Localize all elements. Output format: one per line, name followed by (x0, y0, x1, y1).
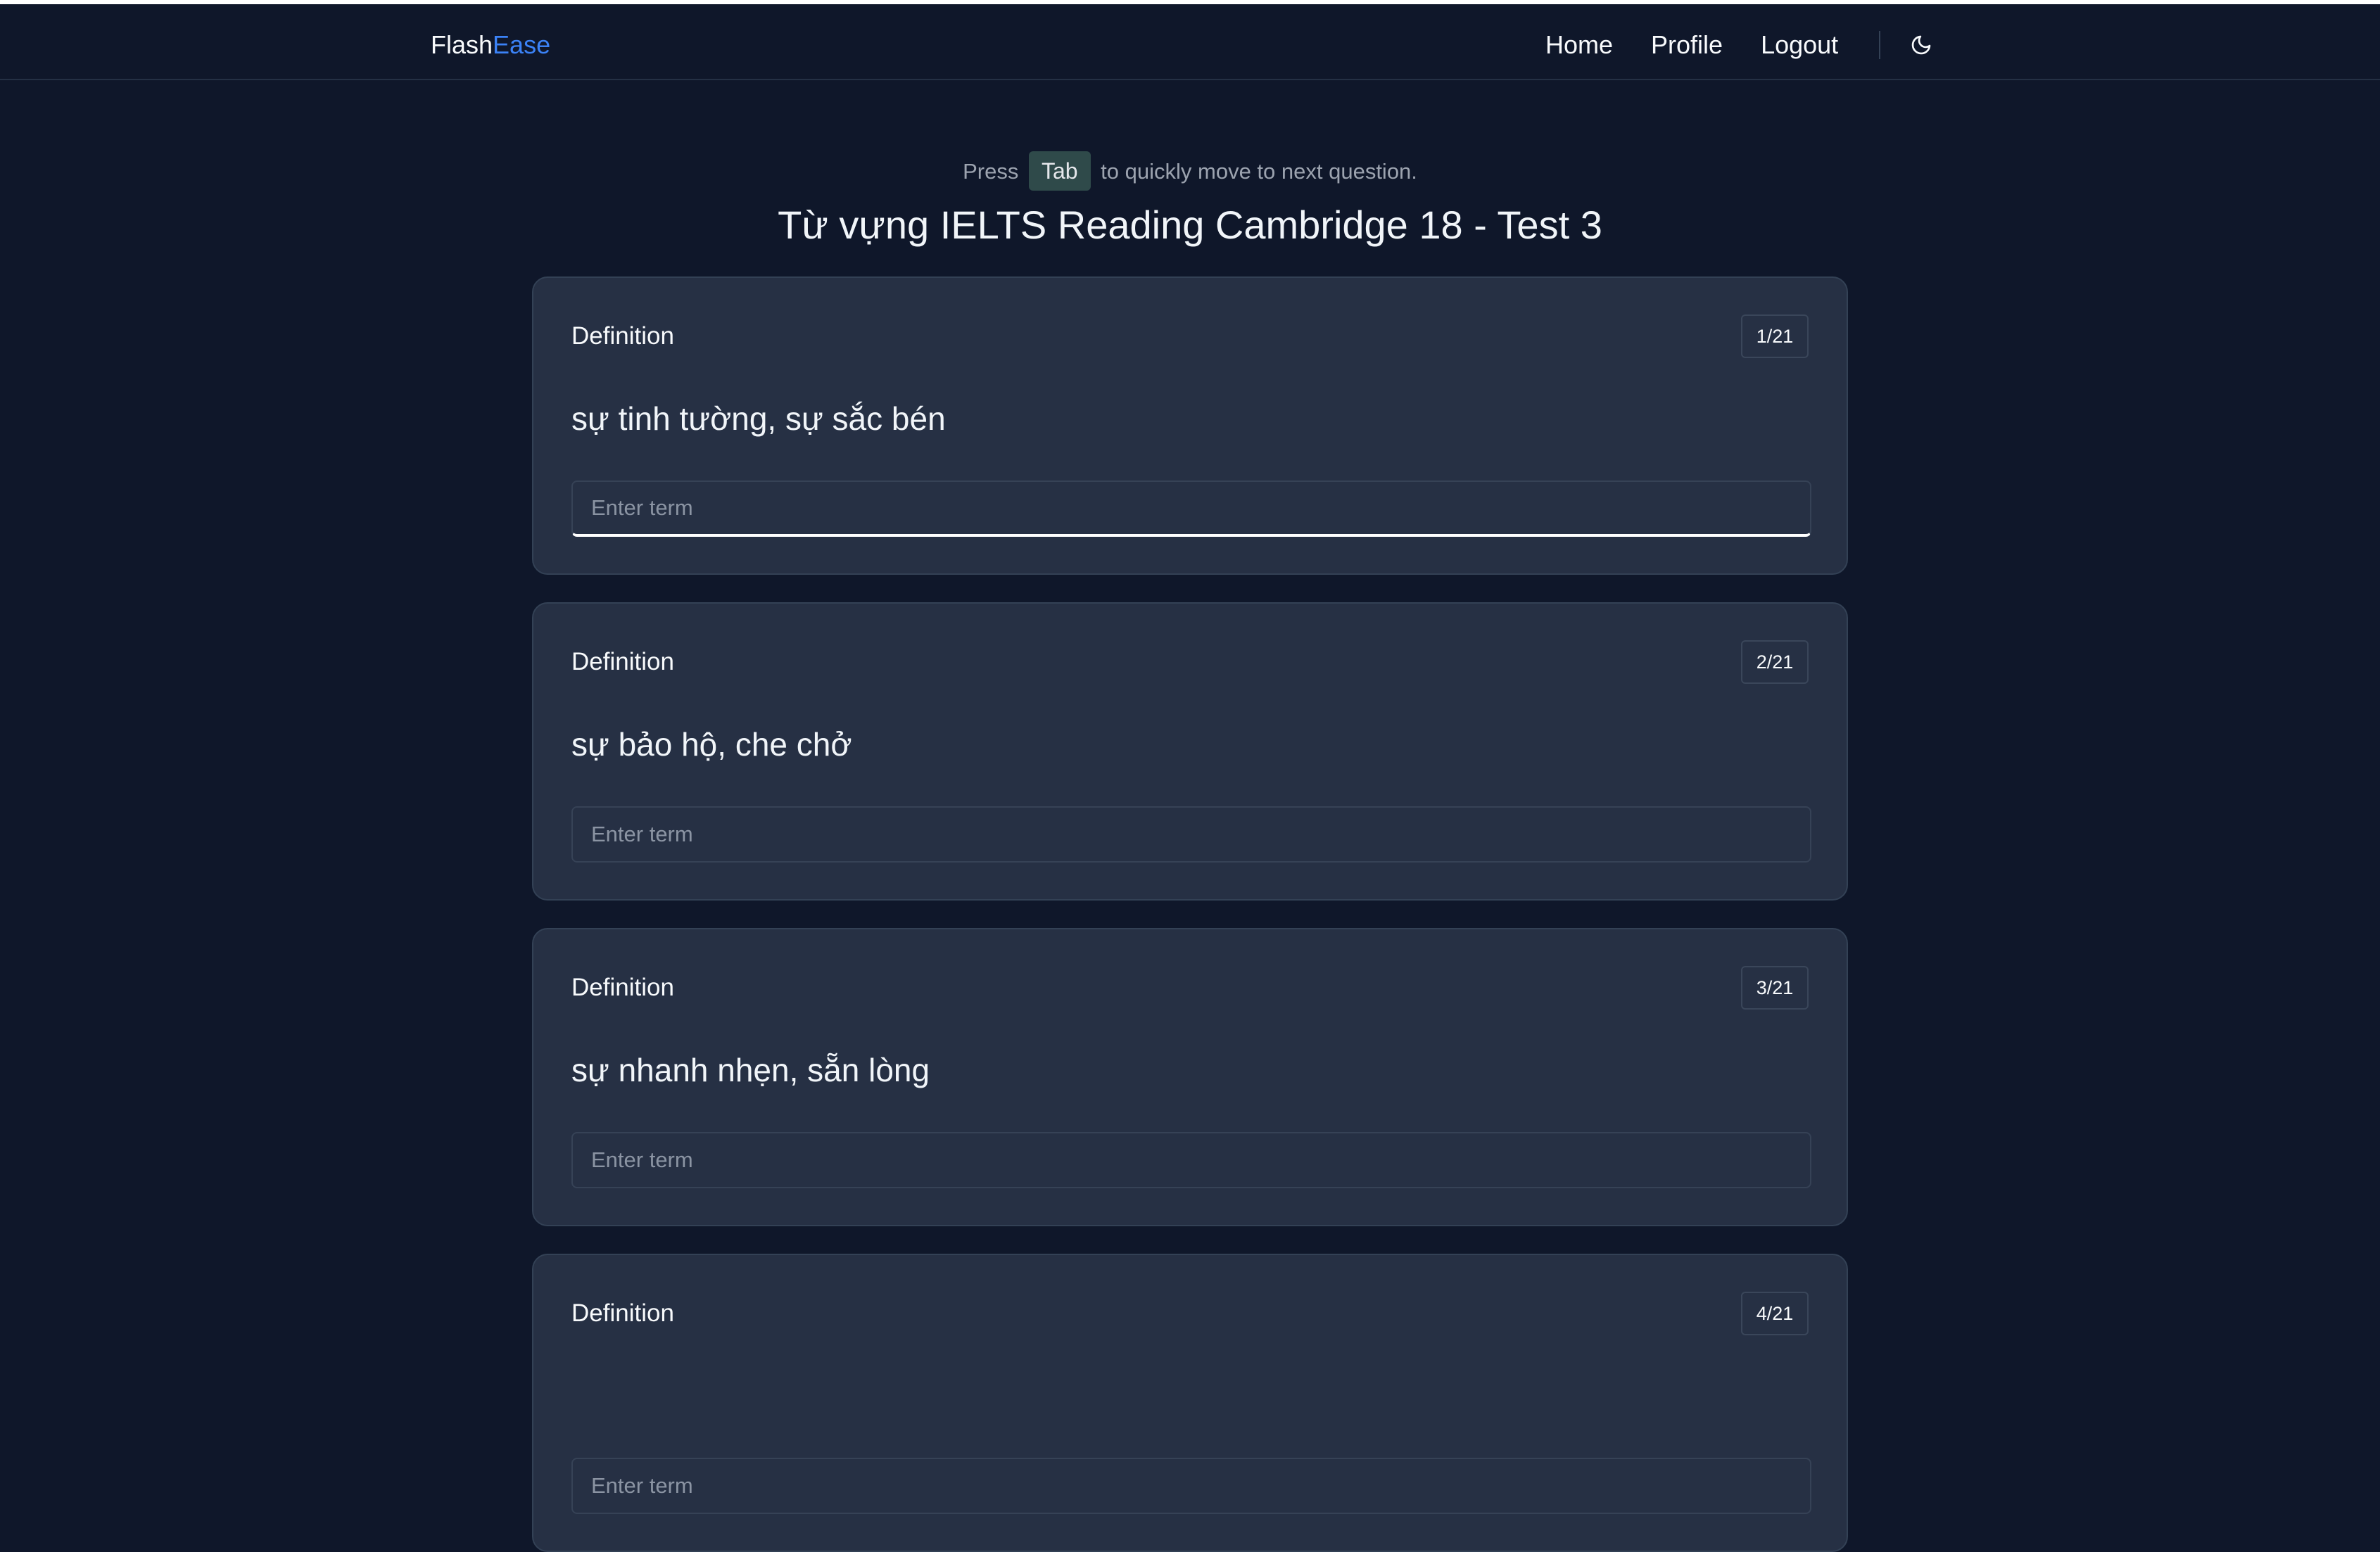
brand-part-flash: Flash (431, 30, 493, 59)
term-input[interactable] (571, 1132, 1811, 1188)
brand-logo[interactable]: FlashEase (431, 28, 550, 62)
definition-text: sự tinh tường, sự sắc bén (571, 400, 946, 437)
brand-part-ease: Ease (493, 30, 551, 59)
nav-logout-link[interactable]: Logout (1761, 28, 1838, 62)
question-counter: 2/21 (1741, 640, 1809, 684)
hint-suffix: to quickly move to next question. (1101, 159, 1417, 184)
question-counter: 1/21 (1741, 314, 1809, 358)
term-input[interactable] (571, 806, 1811, 863)
question-counter: 4/21 (1741, 1292, 1809, 1335)
question-card: Definition 3/21 sự nhanh nhẹn, sẵn lòng (532, 928, 1848, 1226)
term-input[interactable] (571, 1458, 1811, 1514)
definition-text: sự nhanh nhẹn, sẵn lòng (571, 1052, 930, 1088)
card-label: Definition (571, 974, 674, 1001)
nav-home-link[interactable]: Home (1545, 28, 1613, 62)
card-label: Definition (571, 1299, 674, 1327)
theme-toggle-button[interactable] (1907, 31, 1935, 59)
question-card: Definition 2/21 sự bảo hộ, che chở (532, 602, 1848, 901)
question-card: Definition 4/21 (532, 1254, 1848, 1552)
nav-links: Home Profile Logout (1545, 28, 1838, 62)
page-title: Từ vựng IELTS Reading Cambridge 18 - Tes… (778, 203, 1602, 247)
question-card: Definition 1/21 sự tinh tường, sự sắc bé… (532, 276, 1848, 575)
navbar: FlashEase Home Profile Logout (0, 4, 2380, 80)
nav-profile-link[interactable]: Profile (1651, 28, 1723, 62)
tab-hint: Press Tab to quickly move to next questi… (0, 151, 2380, 193)
hint-prefix: Press (963, 159, 1019, 184)
question-counter: 3/21 (1741, 966, 1809, 1010)
nav-divider (1879, 31, 1880, 59)
tab-key-badge: Tab (1028, 151, 1091, 191)
definition-text: sự bảo hộ, che chở (571, 726, 852, 763)
term-input[interactable] (571, 481, 1811, 537)
card-label: Definition (571, 648, 674, 675)
moon-icon (1911, 35, 1931, 55)
card-label: Definition (571, 322, 674, 350)
